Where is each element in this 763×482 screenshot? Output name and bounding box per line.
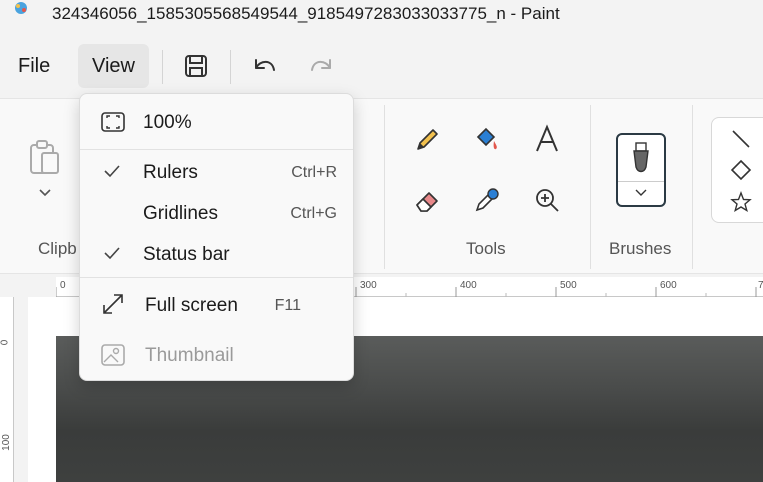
line-shape-icon[interactable] <box>730 128 752 150</box>
menu-item-label: Gridlines <box>143 203 218 224</box>
undo-icon[interactable] <box>244 46 284 86</box>
magnifier-icon[interactable] <box>532 185 562 215</box>
ribbon-separator <box>384 105 385 269</box>
menu-separator <box>162 50 163 84</box>
group-label-brushes: Brushes <box>609 239 672 258</box>
menu-item-gridlines[interactable]: Gridlines Ctrl+G <box>80 193 353 233</box>
checkmark-icon <box>104 165 120 178</box>
menu-item-rulers[interactable]: Rulers Ctrl+R <box>80 152 353 192</box>
thumbnail-icon <box>101 344 125 366</box>
shapes-gallery[interactable] <box>711 117 763 223</box>
menu-item-thumbnail: Thumbnail <box>80 335 353 375</box>
menu-item-label: Rulers <box>143 162 198 183</box>
shortcut-label: Ctrl+R <box>291 164 337 181</box>
menu-item-label: Thumbnail <box>145 345 234 366</box>
menu-separator <box>230 50 231 84</box>
menu-file[interactable]: File <box>4 44 64 88</box>
shortcut-label: F11 <box>274 297 301 314</box>
checkmark-icon <box>104 247 120 260</box>
redo-icon <box>311 59 331 71</box>
menu-item-full-screen[interactable]: Full screen F11 <box>80 285 353 325</box>
brushes-button[interactable] <box>616 133 666 207</box>
window-title: 324346056_1585305568549544_9185497283033… <box>52 4 560 23</box>
ribbon-separator <box>692 105 693 269</box>
group-label-tools: Tools <box>466 239 506 258</box>
fit-to-window-icon <box>101 112 125 132</box>
ruler-tick-label: 100 <box>0 434 12 451</box>
shortcut-label: Ctrl+G <box>290 205 337 222</box>
menu-view[interactable]: View <box>78 44 149 88</box>
group-label-clipboard: Clipb <box>38 239 77 258</box>
menu-item-label: Status bar <box>143 244 230 265</box>
save-icon[interactable] <box>176 46 216 86</box>
paste-icon[interactable] <box>28 139 60 177</box>
vertical-ruler: 0 100 <box>0 297 14 482</box>
menu-item-label: 100% <box>143 112 192 133</box>
ribbon-separator <box>590 105 591 269</box>
menu-item-label: Full screen <box>145 295 238 316</box>
ruler-tick-label: 0 <box>0 339 11 346</box>
eraser-icon[interactable] <box>412 185 442 215</box>
text-icon[interactable] <box>532 123 562 155</box>
fill-icon[interactable] <box>472 123 502 155</box>
diamond-shape-icon[interactable] <box>730 159 752 181</box>
chevron-down-icon <box>635 189 647 196</box>
title-bar: 324346056_1585305568549544_9185497283033… <box>0 0 763 30</box>
pencil-icon[interactable] <box>412 125 442 155</box>
color-picker-icon[interactable] <box>472 185 502 215</box>
menu-item-status-bar[interactable]: Status bar <box>80 234 353 274</box>
canvas-page-margin <box>28 297 56 482</box>
menu-item-zoom-100[interactable]: 100% <box>80 102 353 142</box>
view-menu-dropdown: 100% Rulers Ctrl+R Gridlines Ctrl+G Stat… <box>79 93 354 381</box>
menu-separator <box>80 277 353 278</box>
star-shape-icon[interactable] <box>730 191 752 213</box>
full-screen-icon <box>103 294 123 314</box>
brush-icon <box>633 142 649 173</box>
paint-app-icon <box>15 2 27 14</box>
chevron-down-icon[interactable] <box>38 187 52 197</box>
menu-separator <box>80 149 353 150</box>
menu-bar: File View <box>0 40 763 96</box>
